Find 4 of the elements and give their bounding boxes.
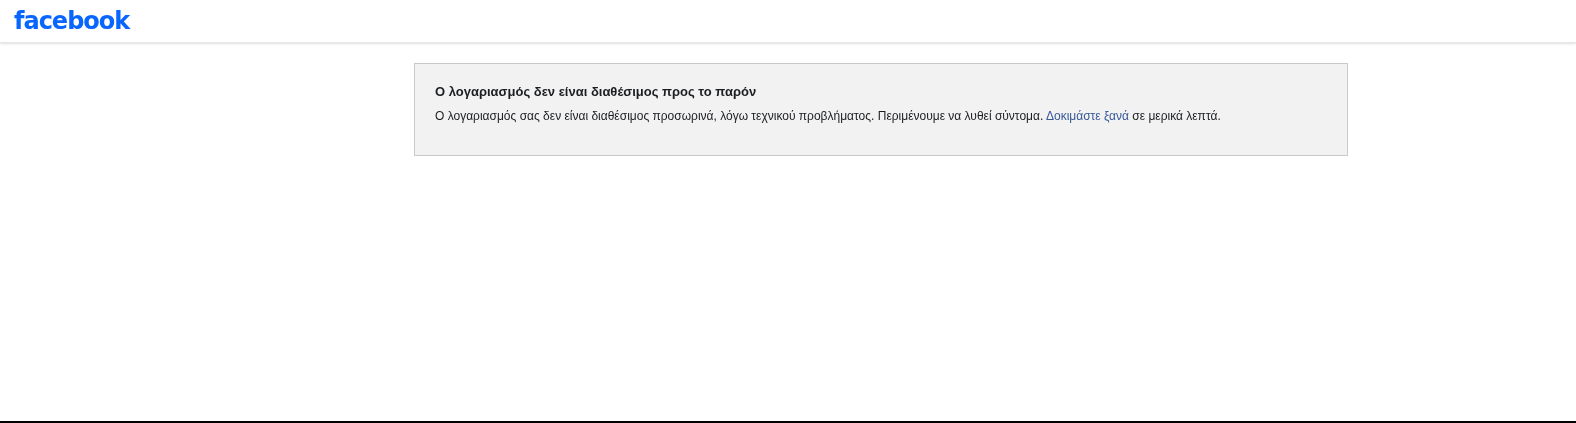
retry-link[interactable]: Δοκιμάστε ξανά xyxy=(1046,109,1129,123)
logo[interactable]: facebook xyxy=(14,9,130,33)
notice-title: Ο λογαριασμός δεν είναι διαθέσιμος προς το παρόν xyxy=(435,84,758,99)
notice-message: Ο λογαριασμός σας δεν είναι διαθέσιμος προσωρινά, λόγω τεχνικού προβλήματος. Περιμένουμε να λυθεί σύντομα. Δοκιμάστε ξανά σε μερικά λεπτά. xyxy=(435,109,1222,123)
